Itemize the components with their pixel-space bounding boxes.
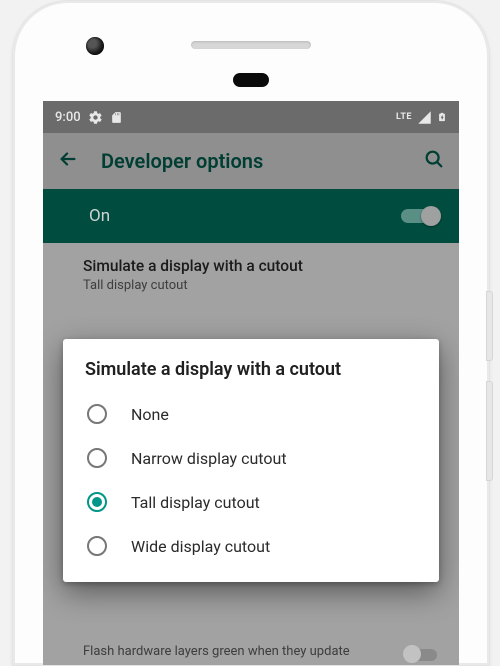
front-camera-icon [86, 37, 104, 55]
device-screen: 9:00 LTE D [43, 101, 459, 665]
dialog-option[interactable]: None [85, 392, 417, 436]
dialog-option[interactable]: Narrow display cutout [85, 436, 417, 480]
earpiece-speaker-icon [191, 41, 311, 49]
radio-icon [87, 404, 107, 424]
hardware-side-button [486, 381, 493, 481]
dialog-option[interactable]: Wide display cutout [85, 524, 417, 568]
dialog-title: Simulate a display with a cutout [85, 359, 417, 380]
radio-icon [87, 448, 107, 468]
cutout-dialog: Simulate a display with a cutout None Nar… [63, 339, 439, 582]
radio-icon [87, 492, 107, 512]
dialog-option-label: None [131, 405, 169, 424]
phone-frame: 9:00 LTE D [12, 0, 490, 666]
hardware-side-button [486, 291, 493, 361]
dialog-options: None Narrow display cutout Tall display cu… [85, 392, 417, 568]
radio-icon [87, 536, 107, 556]
proximity-sensor-icon [233, 73, 269, 87]
dialog-option[interactable]: Tall display cutout [85, 480, 417, 524]
dialog-option-label: Wide display cutout [131, 537, 270, 556]
dialog-option-label: Narrow display cutout [131, 449, 287, 468]
dialog-option-label: Tall display cutout [131, 493, 260, 512]
